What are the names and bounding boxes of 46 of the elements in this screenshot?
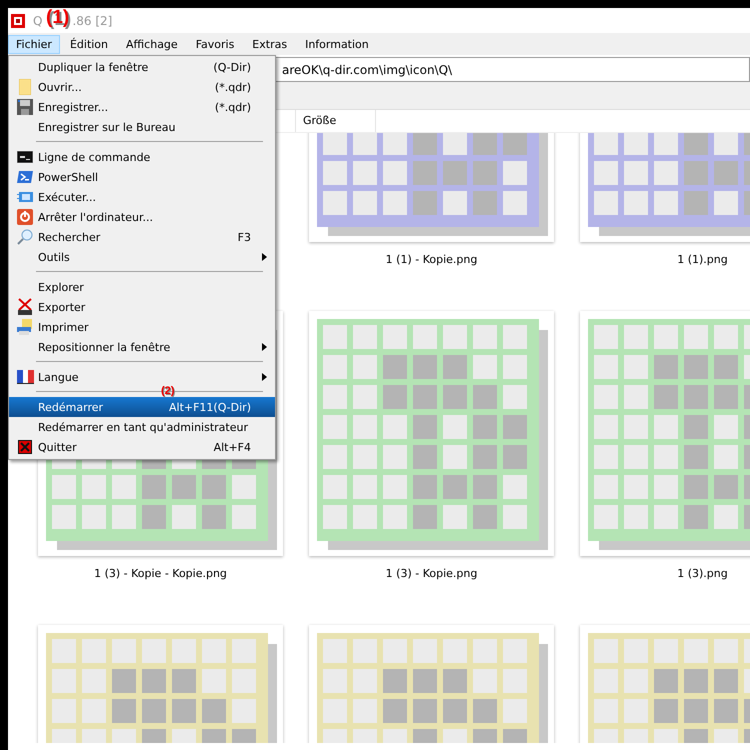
menu-item[interactable]: Quitter Alt+F4 [9, 437, 275, 457]
menu-item[interactable]: PowerShell [9, 167, 275, 187]
folder-icon [19, 79, 31, 95]
console-icon [17, 151, 33, 163]
window-title: .86 [2] [72, 14, 112, 28]
powershell-icon [17, 171, 33, 183]
menu-item[interactable]: Rechercher F3 [9, 227, 275, 247]
menu-bar-item[interactable]: Favoris [188, 34, 242, 54]
menu-bar-item[interactable]: Extras [244, 34, 296, 54]
power-icon [17, 209, 33, 225]
menu-item[interactable]: Redémarrer Alt+F11(Q-Dir) [9, 397, 275, 417]
file-name[interactable]: 1 (3) - Kopie.png [386, 567, 478, 580]
menu-item[interactable]: Langue [9, 367, 275, 387]
menu-item[interactable]: Enregistrer sur le Bureau [9, 117, 275, 137]
flag-icon [16, 370, 34, 384]
file-name[interactable]: 1 (1) - Kopie.png [386, 253, 478, 266]
file-name[interactable]: 1 (3).png [677, 567, 728, 580]
menu-item[interactable]: Enregistrer... (*.qdr) [9, 97, 275, 117]
menu-item[interactable]: Exécuter... [9, 187, 275, 207]
menu-item[interactable]: Ligne de commande [9, 147, 275, 167]
menu-bar-item[interactable]: Affichage [118, 34, 186, 54]
column-header[interactable]: Größe [295, 110, 376, 132]
menu-bar-item[interactable]: Édition [62, 34, 116, 54]
menu-bar-item[interactable]: Fichier [8, 34, 60, 54]
annotation-label: (1) [46, 8, 70, 29]
search-icon [17, 229, 33, 245]
app-icon [11, 14, 25, 28]
menu-item[interactable]: Exporter [9, 297, 275, 317]
image-thumbnail[interactable] [309, 311, 554, 556]
window-title: Q [33, 14, 42, 28]
file-name[interactable]: 1 (3) - Kopie - Kopie.png [94, 567, 227, 580]
menu-item[interactable]: Redémarrer en tant qu'administrateur [9, 417, 275, 437]
export-icon [17, 298, 33, 316]
printer-icon [17, 319, 33, 335]
menu-item[interactable]: Explorer [9, 277, 275, 297]
menu-item[interactable]: Dupliquer la fenêtre (Q-Dir) [9, 57, 275, 77]
annotation-label: (2) [161, 386, 174, 396]
file-name[interactable]: 1 (1).png [677, 253, 728, 266]
save-icon [17, 99, 33, 115]
run-icon [17, 191, 33, 203]
menu-item[interactable]: Repositionner la fenêtre [9, 337, 275, 357]
menu-item[interactable]: Imprimer [9, 317, 275, 337]
close-icon [18, 440, 32, 454]
menu-item[interactable]: Arrêter l'ordinateur... [9, 207, 275, 227]
menu-bar-item[interactable]: Information [297, 34, 377, 54]
menu-item[interactable]: Outils [9, 247, 275, 267]
